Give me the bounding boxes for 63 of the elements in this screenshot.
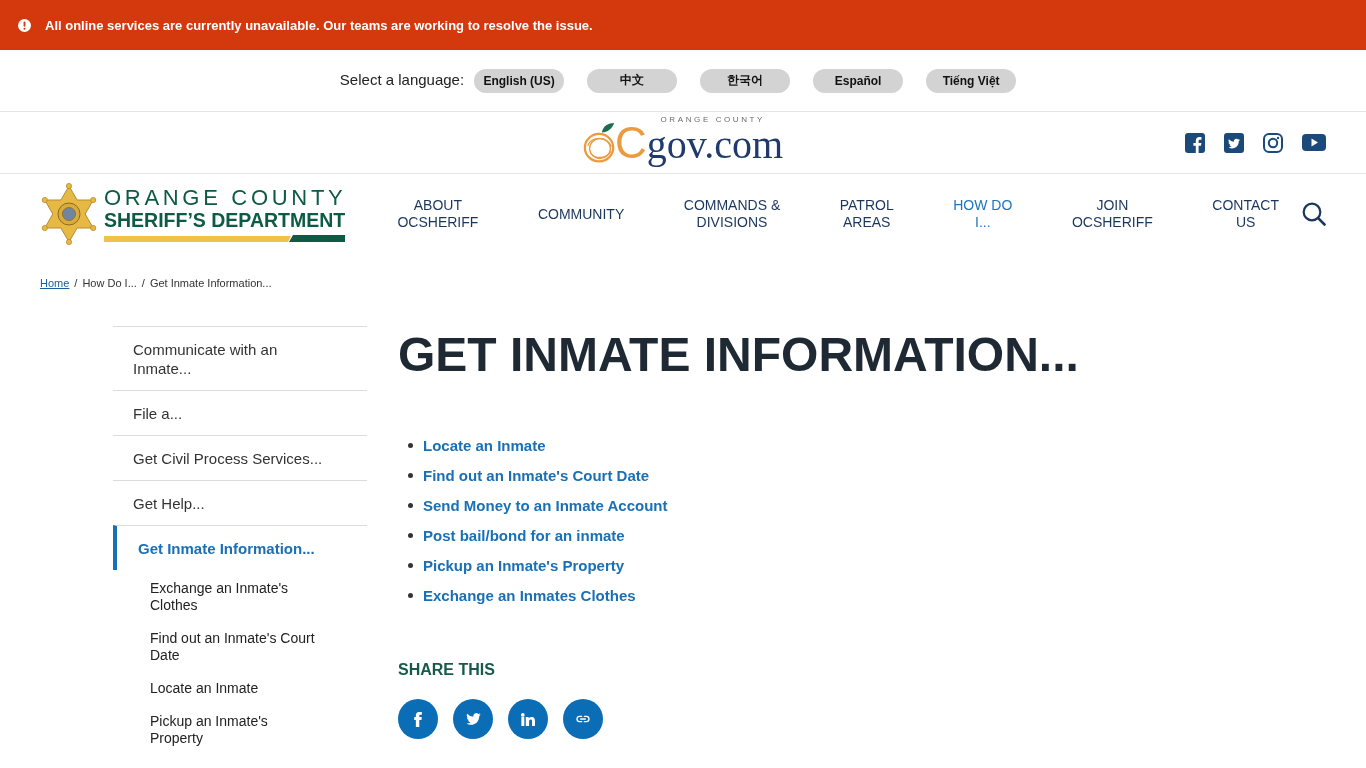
breadcrumb-item: Get Inmate Information...: [149, 276, 272, 290]
content-link[interactable]: Locate an Inmate: [423, 436, 546, 454]
content-link[interactable]: Find out an Inmate's Court Date: [423, 466, 650, 484]
content-link[interactable]: Send Money to an Inmate Account: [423, 496, 668, 514]
nav-link[interactable]: CONTACT US: [1212, 197, 1279, 231]
bullet-dot-icon: [408, 562, 413, 568]
logo-tagline[interactable]: ORANGE COUNTY: [660, 114, 766, 124]
nav-link[interactable]: COMMANDS & DIVISIONS: [683, 197, 781, 231]
share-heading: SHARE THIS: [398, 660, 495, 680]
sheriff-star-icon[interactable]: [40, 182, 98, 246]
content-link[interactable]: Post bail/bond for an inmate: [423, 526, 625, 544]
sidebar-item[interactable]: File a...: [113, 390, 367, 435]
nav-link[interactable]: ABOUT OCSHERIFF: [397, 197, 479, 231]
sidebar-item[interactable]: Get Civil Process Services...: [113, 435, 367, 480]
breadcrumb-separator: /: [141, 276, 145, 290]
sidebar-item[interactable]: Get Inmate Information...: [113, 525, 367, 570]
bird-icon: [465, 713, 481, 725]
exclamation-icon: [18, 18, 31, 32]
language-label: Select a language:: [339, 70, 465, 88]
sidebar-subitem[interactable]: Pickup an Inmate's Property: [150, 713, 367, 763]
page-title: GET INMATE INFORMATION...: [398, 327, 1079, 383]
swirl-leaf-icon[interactable]: [582, 120, 617, 163]
bullet-dot-icon: [408, 502, 413, 508]
breadcrumb-item: How Do I...: [82, 276, 137, 290]
language-button[interactable]: 한국어: [700, 68, 791, 93]
twitter-share-button[interactable]: [453, 699, 493, 739]
twitter-icon[interactable]: [1224, 132, 1244, 153]
sidebar-subitem[interactable]: Find out an Inmate's Court Date: [150, 630, 367, 680]
alert-message: All online services are currently unavailable. Our teams are working to resolve the issue.: [45, 17, 593, 33]
sidebar-subitem[interactable]: Locate an Inmate: [150, 680, 367, 713]
bullet-dot-icon: [408, 592, 413, 598]
nav-link[interactable]: COMMUNITY: [537, 205, 625, 223]
two-tone-stripe-icon: [104, 234, 345, 242]
instagram-icon[interactable]: [1263, 132, 1283, 153]
nav-link[interactable]: PATROL AREAS: [839, 197, 894, 231]
content-link[interactable]: Exchange an Inmates Clothes: [423, 586, 636, 604]
youtube-icon[interactable]: [1302, 134, 1326, 151]
bullet-dot-icon: [408, 472, 413, 478]
language-button[interactable]: English (US): [474, 68, 565, 93]
facebook-f-icon: [414, 711, 422, 727]
language-button[interactable]: Español: [813, 68, 904, 93]
logo-department-name[interactable]: SHERIFF’S DEPARTMENT: [104, 208, 346, 232]
logo-county-name[interactable]: ORANGE COUNTY: [104, 186, 347, 209]
content-link[interactable]: Pickup an Inmate's Property: [423, 556, 625, 574]
bullet-dot-icon: [408, 532, 413, 538]
nav-link[interactable]: JOIN OCSHERIFF: [1071, 197, 1153, 231]
facebook-icon[interactable]: [1185, 132, 1205, 153]
breadcrumb-separator: /: [74, 276, 78, 290]
search-icon[interactable]: [1302, 202, 1326, 226]
language-button[interactable]: 中文: [587, 68, 678, 93]
sidebar-subitem[interactable]: Exchange an Inmate's Clothes: [150, 580, 367, 630]
bullet-dot-icon: [408, 442, 413, 448]
logo-wordmark[interactable]: gov.com: [646, 121, 784, 167]
language-button[interactable]: Tiếng Việt: [926, 68, 1017, 93]
linkedin-share-button[interactable]: [508, 699, 548, 739]
copy-link-button[interactable]: [563, 699, 603, 739]
nav-link[interactable]: HOW DO I...: [953, 197, 1013, 231]
sidebar-item[interactable]: Communicate with an Inmate...: [113, 326, 367, 390]
breadcrumb-link[interactable]: Home: [40, 276, 70, 290]
sidebar-item[interactable]: Get Help...: [113, 480, 367, 525]
facebook-share-button[interactable]: [398, 699, 438, 739]
linkedin-icon: [521, 712, 535, 726]
chain-link-icon: [576, 715, 590, 723]
